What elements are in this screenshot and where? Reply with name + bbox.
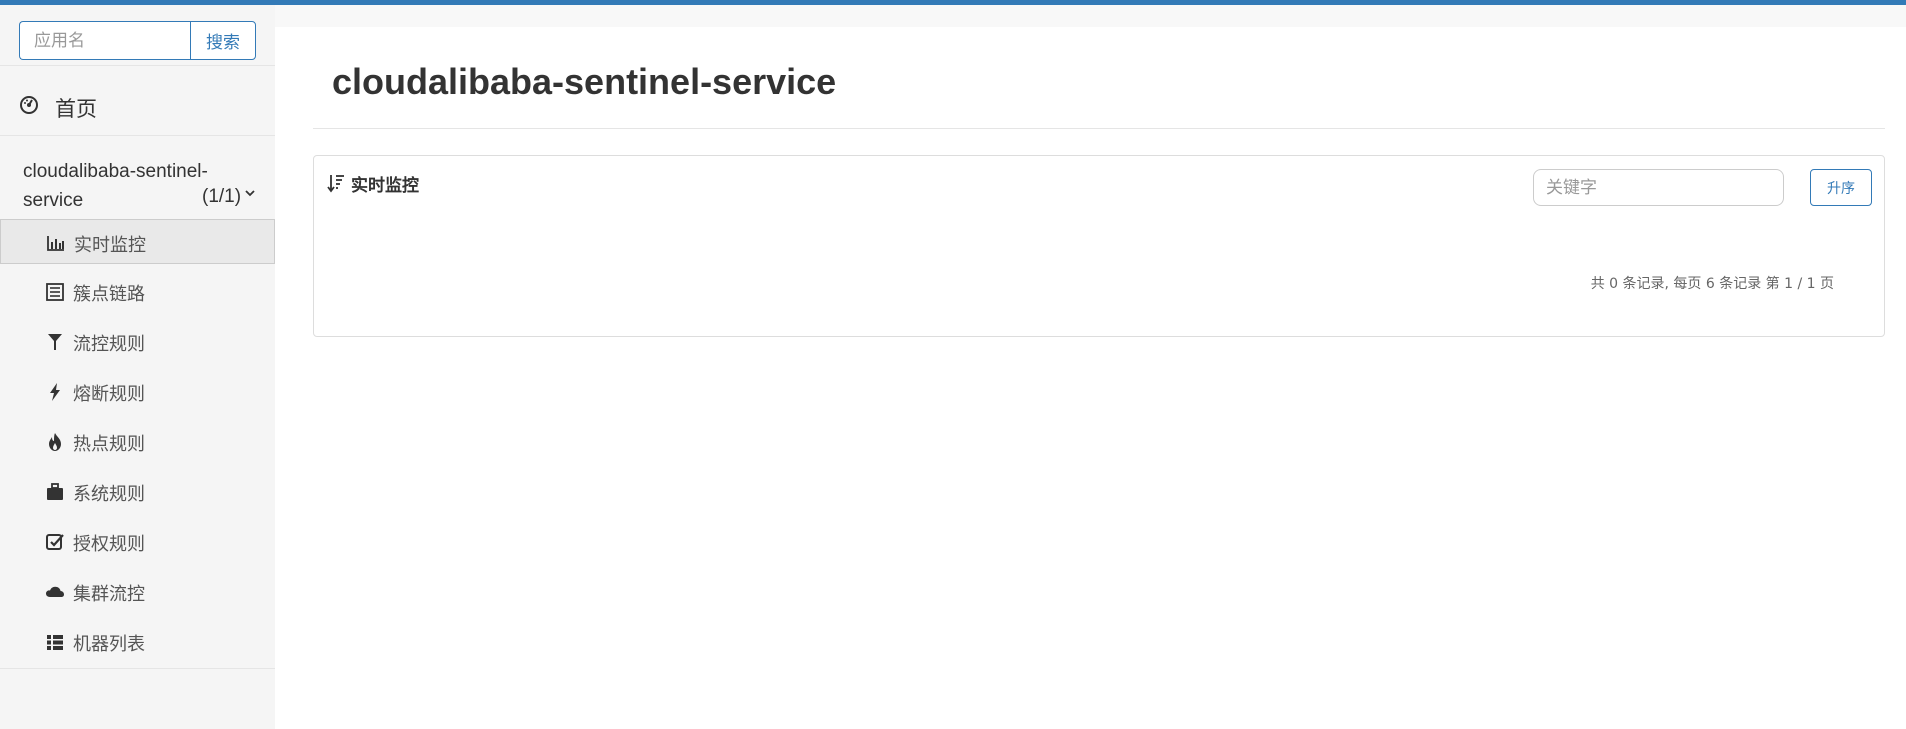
sidebar-app-toggle[interactable]: cloudalibaba-sentinel-service (1/1) <box>0 145 275 220</box>
sidebar-item-label: 集群流控 <box>73 584 145 605</box>
main-content: cloudalibaba-sentinel-service 实时监控 升序 共 … <box>275 5 1906 729</box>
monitor-panel: 实时监控 升序 共 0 条记录, 每页 6 条记录 第 1 / 1 页 <box>313 155 1885 337</box>
sidebar-item-label: 系统规则 <box>73 484 145 505</box>
list-alt-icon <box>46 283 64 301</box>
sidebar-item-system-rules[interactable]: 系统规则 <box>0 469 275 514</box>
main-top-strip <box>275 5 1906 27</box>
sidebar-item-home-label: 首页 <box>55 97 97 121</box>
chevron-down-icon <box>245 190 255 197</box>
pagination-info: 共 0 条记录, 每页 6 条记录 第 1 / 1 页 <box>1590 276 1834 292</box>
app-instance-count: (1/1) <box>202 186 242 207</box>
sidebar-item-label: 机器列表 <box>73 634 145 655</box>
sidebar-divider <box>0 135 275 136</box>
sidebar-item-label: 实时监控 <box>74 235 146 256</box>
page-title: cloudalibaba-sentinel-service <box>332 61 837 102</box>
fire-icon <box>49 433 61 451</box>
sidebar-item-auth-rules[interactable]: 授权规则 <box>0 519 275 564</box>
sidebar-item-label: 簇点链路 <box>73 284 145 305</box>
app-search-input[interactable] <box>19 21 190 60</box>
briefcase-icon <box>47 483 63 500</box>
check-square-icon <box>46 534 64 550</box>
sidebar-item-flow-rules[interactable]: 流控规则 <box>0 319 275 364</box>
sidebar-item-machine-list[interactable]: 机器列表 <box>0 619 275 664</box>
sidebar-item-label: 流控规则 <box>73 334 145 355</box>
search-button[interactable]: 搜索 <box>190 21 256 60</box>
filter-icon <box>48 334 62 350</box>
sidebar-divider <box>0 65 275 66</box>
flash-icon <box>50 383 60 401</box>
keyword-input[interactable] <box>1533 169 1784 206</box>
sidebar-item-label: 热点规则 <box>73 434 145 455</box>
bar-chart-icon <box>47 236 64 251</box>
sidebar-item-realtime-monitor[interactable]: 实时监控 <box>0 219 275 264</box>
sidebar: 搜索 首页 cloudalibaba-sentinel-service (1/1… <box>0 5 275 729</box>
title-divider <box>313 128 1885 129</box>
sidebar-item-hotspot-rules[interactable]: 热点规则 <box>0 419 275 464</box>
sidebar-divider <box>0 668 275 669</box>
sidebar-item-cluster-flow[interactable]: 集群流控 <box>0 569 275 614</box>
dashboard-icon <box>20 96 38 114</box>
sort-amount-icon <box>327 175 344 193</box>
sort-ascending-button[interactable]: 升序 <box>1810 169 1872 206</box>
th-list-icon <box>47 635 63 650</box>
app-search: 搜索 <box>19 21 256 60</box>
sidebar-item-label: 熔断规则 <box>73 384 145 405</box>
panel-heading: 实时监控 <box>351 176 419 196</box>
sidebar-item-degrade-rules[interactable]: 熔断规则 <box>0 369 275 414</box>
sidebar-item-home[interactable]: 首页 <box>0 75 275 130</box>
sidebar-item-label: 授权规则 <box>73 534 145 555</box>
sidebar-item-cluster-link[interactable]: 簇点链路 <box>0 269 275 314</box>
cloud-icon <box>46 586 64 597</box>
